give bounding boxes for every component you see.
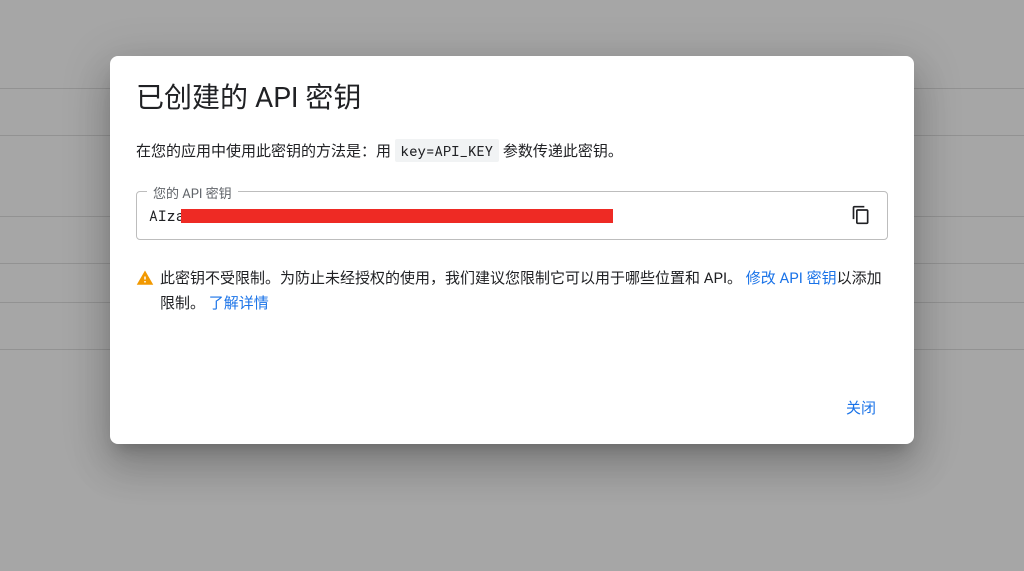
instruction-code: key=API_KEY [395,139,499,162]
api-key-prefix: AIza [149,206,185,225]
api-key-redacted [181,209,613,223]
api-key-field: 您的 API 密钥 AIza [136,191,888,240]
instruction-text: 在您的应用中使用此密钥的方法是：用 key=API_KEY 参数传递此密钥。 [136,140,888,163]
close-button[interactable]: 关闭 [834,389,888,426]
copy-icon [851,205,871,225]
warning-text-1: 此密钥不受限制。为防止未经授权的使用，我们建议您限制它可以用于哪些位置和 API… [160,269,742,287]
dialog-actions: 关闭 [136,389,888,426]
warning-text: 此密钥不受限制。为防止未经授权的使用，我们建议您限制它可以用于哪些位置和 API… [160,266,888,317]
warning-block: 此密钥不受限制。为防止未经授权的使用，我们建议您限制它可以用于哪些位置和 API… [136,266,888,317]
dialog-title: 已创建的 API 密钥 [136,80,888,116]
modal-overlay: 已创建的 API 密钥 在您的应用中使用此密钥的方法是：用 key=API_KE… [0,0,1024,571]
learn-more-link[interactable]: 了解详情 [209,294,269,312]
copy-button[interactable] [843,197,879,233]
warning-icon [136,269,154,287]
api-key-value: AIza [149,206,613,225]
edit-api-key-link[interactable]: 修改 API 密钥 [746,269,837,287]
api-key-created-dialog: 已创建的 API 密钥 在您的应用中使用此密钥的方法是：用 key=API_KE… [110,56,914,444]
instruction-post: 参数传递此密钥。 [499,142,623,160]
api-key-legend: 您的 API 密钥 [147,183,238,202]
instruction-pre: 在您的应用中使用此密钥的方法是：用 [136,142,395,160]
